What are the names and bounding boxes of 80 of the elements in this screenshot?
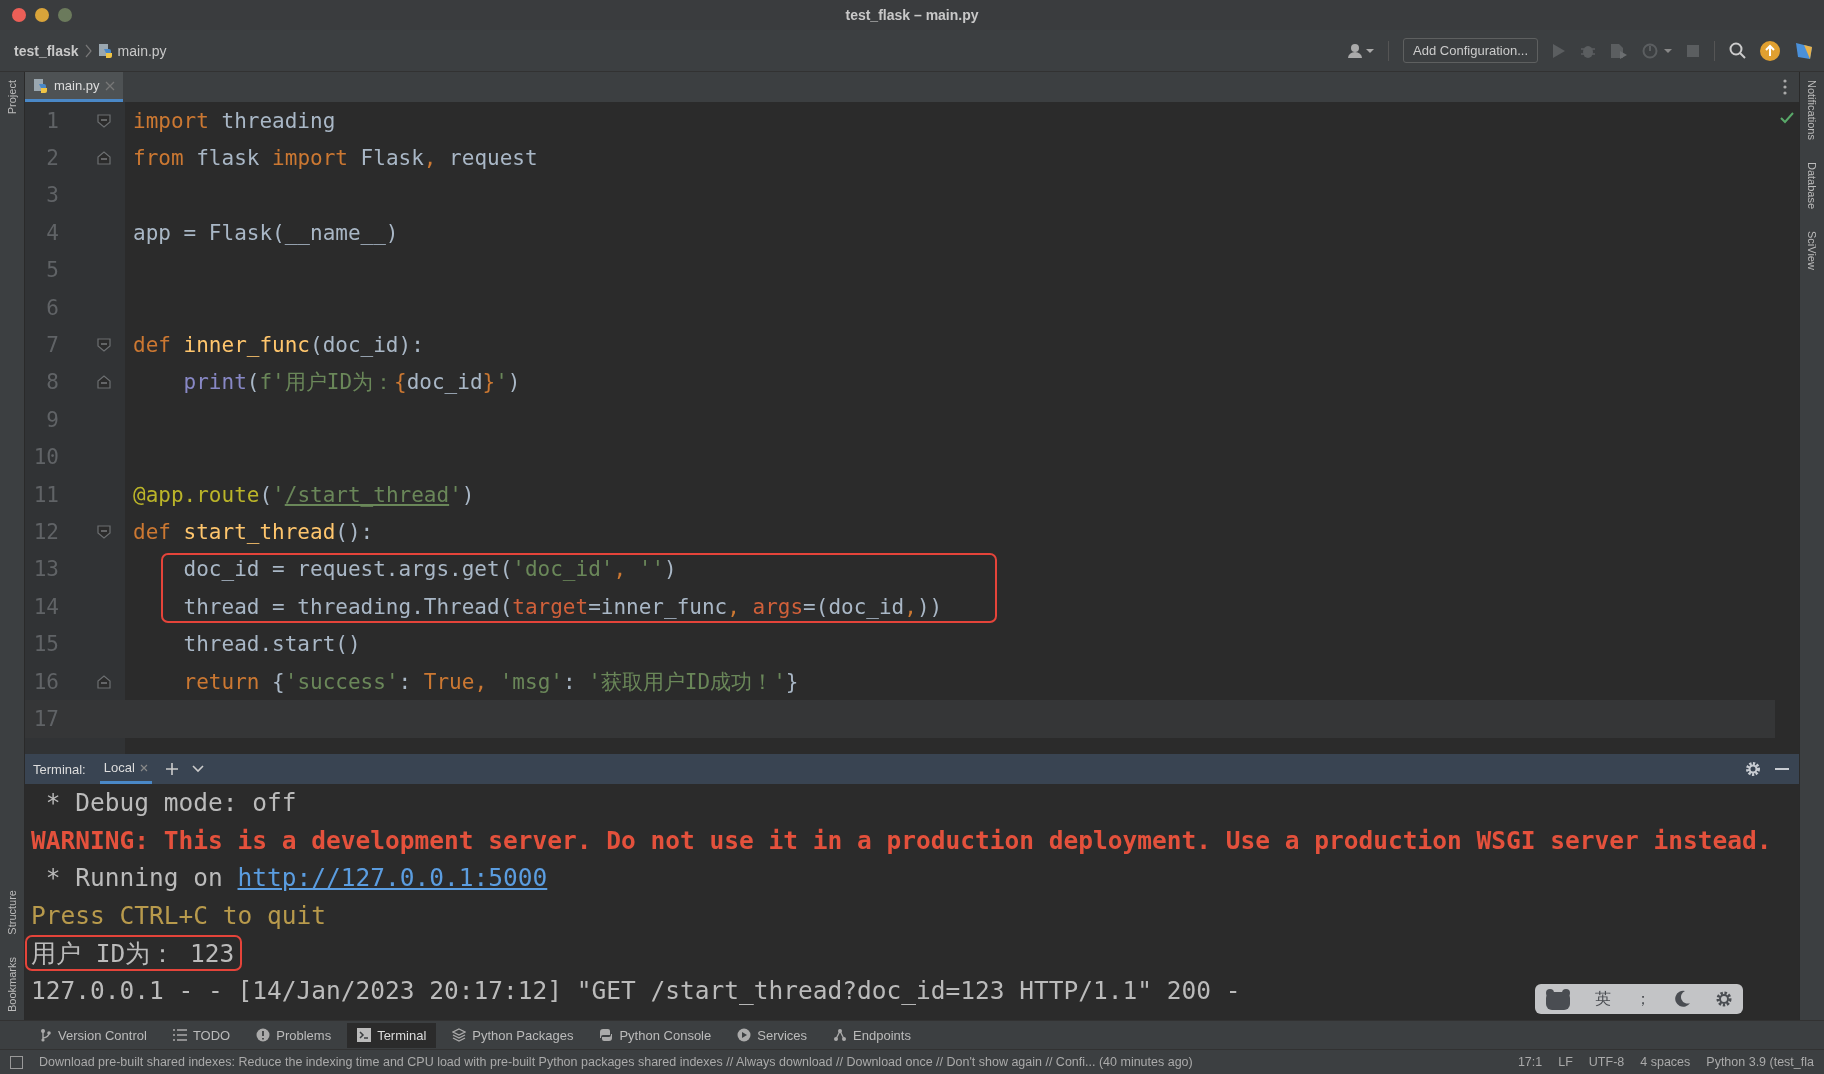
python-file-icon <box>33 77 49 94</box>
status-item[interactable]: UTF-8 <box>1588 1055 1625 1069</box>
terminal-line: WARNING: This is a development server. Do not use it in a production deployment. Use a production WSGI server instead. <box>31 825 1772 855</box>
input-mode-toggle[interactable]: ； <box>1635 988 1651 1010</box>
play-circle-icon <box>737 1028 752 1042</box>
code-line: thread = threading.Thread(target=inner_func, args=(doc_id,)) <box>182 594 943 619</box>
status-item[interactable]: Python 3.9 (test_fla <box>1706 1055 1814 1069</box>
input-mode-toggle[interactable]: 英 <box>1595 988 1611 1010</box>
code-line: app = Flask(__name__) <box>133 220 399 245</box>
tool-window-button[interactable]: Python Console <box>589 1022 722 1048</box>
code-line: def inner_func(doc_id): <box>133 333 424 358</box>
tool-window-tab[interactable]: Bookmarks <box>3 948 21 1020</box>
terminal-line: * Debug mode: off <box>44 788 297 818</box>
code-line: import threading <box>133 108 336 133</box>
info-icon <box>256 1028 271 1042</box>
tool-window-tab[interactable]: SciView <box>1803 223 1821 278</box>
breadcrumb-item[interactable]: test_flask <box>14 42 79 59</box>
app-logo-icon[interactable] <box>1794 40 1814 61</box>
status-item[interactable]: 17:1 <box>1517 1055 1543 1069</box>
terminal-line: Press CTRL+C to quit <box>31 901 326 931</box>
tool-window-button[interactable]: TODO <box>162 1022 241 1048</box>
branch-icon <box>40 1028 52 1042</box>
tool-window-button[interactable]: Endpoints <box>823 1022 921 1048</box>
add-icon[interactable] <box>165 763 178 775</box>
tool-window-button[interactable]: Version Control <box>30 1022 157 1048</box>
panel-toggle-icon[interactable] <box>10 1055 23 1069</box>
tool-window-button[interactable]: Terminal <box>347 1022 437 1048</box>
paw-logo-icon[interactable] <box>1545 988 1571 1010</box>
fold-icon[interactable] <box>97 375 111 390</box>
terminal-label: Terminal: <box>33 761 86 777</box>
fold-icon[interactable] <box>97 338 111 353</box>
more-icon[interactable] <box>1783 79 1787 95</box>
search-icon[interactable] <box>1729 42 1746 59</box>
fold-icon[interactable] <box>97 525 111 539</box>
close-icon[interactable] <box>139 763 148 772</box>
code-line: @app.route('/start_thread') <box>133 482 475 507</box>
minimize-icon[interactable] <box>1775 767 1789 771</box>
check-icon[interactable] <box>1780 112 1794 124</box>
code-line: doc_id = request.args.get('doc_id', '') <box>182 557 677 582</box>
fold-icon[interactable] <box>97 151 111 166</box>
terminal-link[interactable]: http://127.0.0.1:5000 <box>237 863 548 893</box>
add-configuration-button[interactable]: Add Configuration... <box>1403 38 1538 63</box>
breadcrumb-item[interactable]: main.py <box>97 42 167 59</box>
window-title: test_flask – main.py <box>845 7 979 23</box>
terminal-line: * Running on http://127.0.0.1:5000 <box>44 863 548 893</box>
user-icon[interactable] <box>1348 42 1375 59</box>
code-line: thread.start() <box>182 632 361 657</box>
chevron-down-icon[interactable] <box>191 765 204 773</box>
terminal-line: 127.0.0.1 - - [14/Jan/2023 20:17:12] "GET /start_thread?doc_id=123 HTTP/1.1" 200 - <box>31 976 1241 1006</box>
tool-window-tab[interactable]: Database <box>1803 153 1821 217</box>
code-line: print(f'用户ID为：{doc_id}') <box>182 369 521 397</box>
code-line: def start_thread(): <box>133 520 374 544</box>
terminal-line: 用户 ID为： 123 <box>31 937 235 970</box>
tool-window-tab[interactable]: Project <box>3 72 21 123</box>
chevron-icon <box>84 43 92 58</box>
update-icon[interactable] <box>1760 40 1780 61</box>
python-icon <box>599 1028 614 1042</box>
python-file-icon <box>97 42 114 59</box>
close-window-button[interactable] <box>12 8 26 22</box>
tool-window-tab[interactable]: Structure <box>3 882 21 943</box>
status-message[interactable]: Download pre-built shared indexes: Reduce the indexing time and CPU load with pre-built Python packages shared indexes // Always download // Download once // Don't show again // Confi... (40 minutes ago) <box>39 1055 1502 1069</box>
nodes-icon <box>833 1028 848 1042</box>
tool-window-button[interactable]: Services <box>727 1022 818 1048</box>
status-item[interactable]: LF <box>1558 1055 1573 1069</box>
list-icon <box>172 1029 187 1041</box>
layers-icon <box>452 1028 467 1042</box>
fold-icon[interactable] <box>97 674 111 689</box>
moon-icon[interactable] <box>1675 990 1691 1008</box>
tool-window-button[interactable]: Problems <box>246 1022 342 1048</box>
code-line: return {'success': True, 'msg': '获取用户ID成功！'} <box>182 668 799 696</box>
terminal-icon <box>357 1028 372 1042</box>
tool-window-button[interactable]: Python Packages <box>442 1022 584 1048</box>
editor-tab[interactable]: main.py <box>25 72 123 102</box>
tool-window-tab[interactable]: Notifications <box>1803 72 1821 148</box>
zoom-window-button[interactable] <box>58 8 72 22</box>
minimize-window-button[interactable] <box>35 8 49 22</box>
settings-icon[interactable] <box>1715 990 1733 1008</box>
fold-icon[interactable] <box>97 113 111 128</box>
code-line: from flask import Flask, request <box>133 146 538 171</box>
status-item[interactable]: 4 spaces <box>1640 1055 1691 1069</box>
